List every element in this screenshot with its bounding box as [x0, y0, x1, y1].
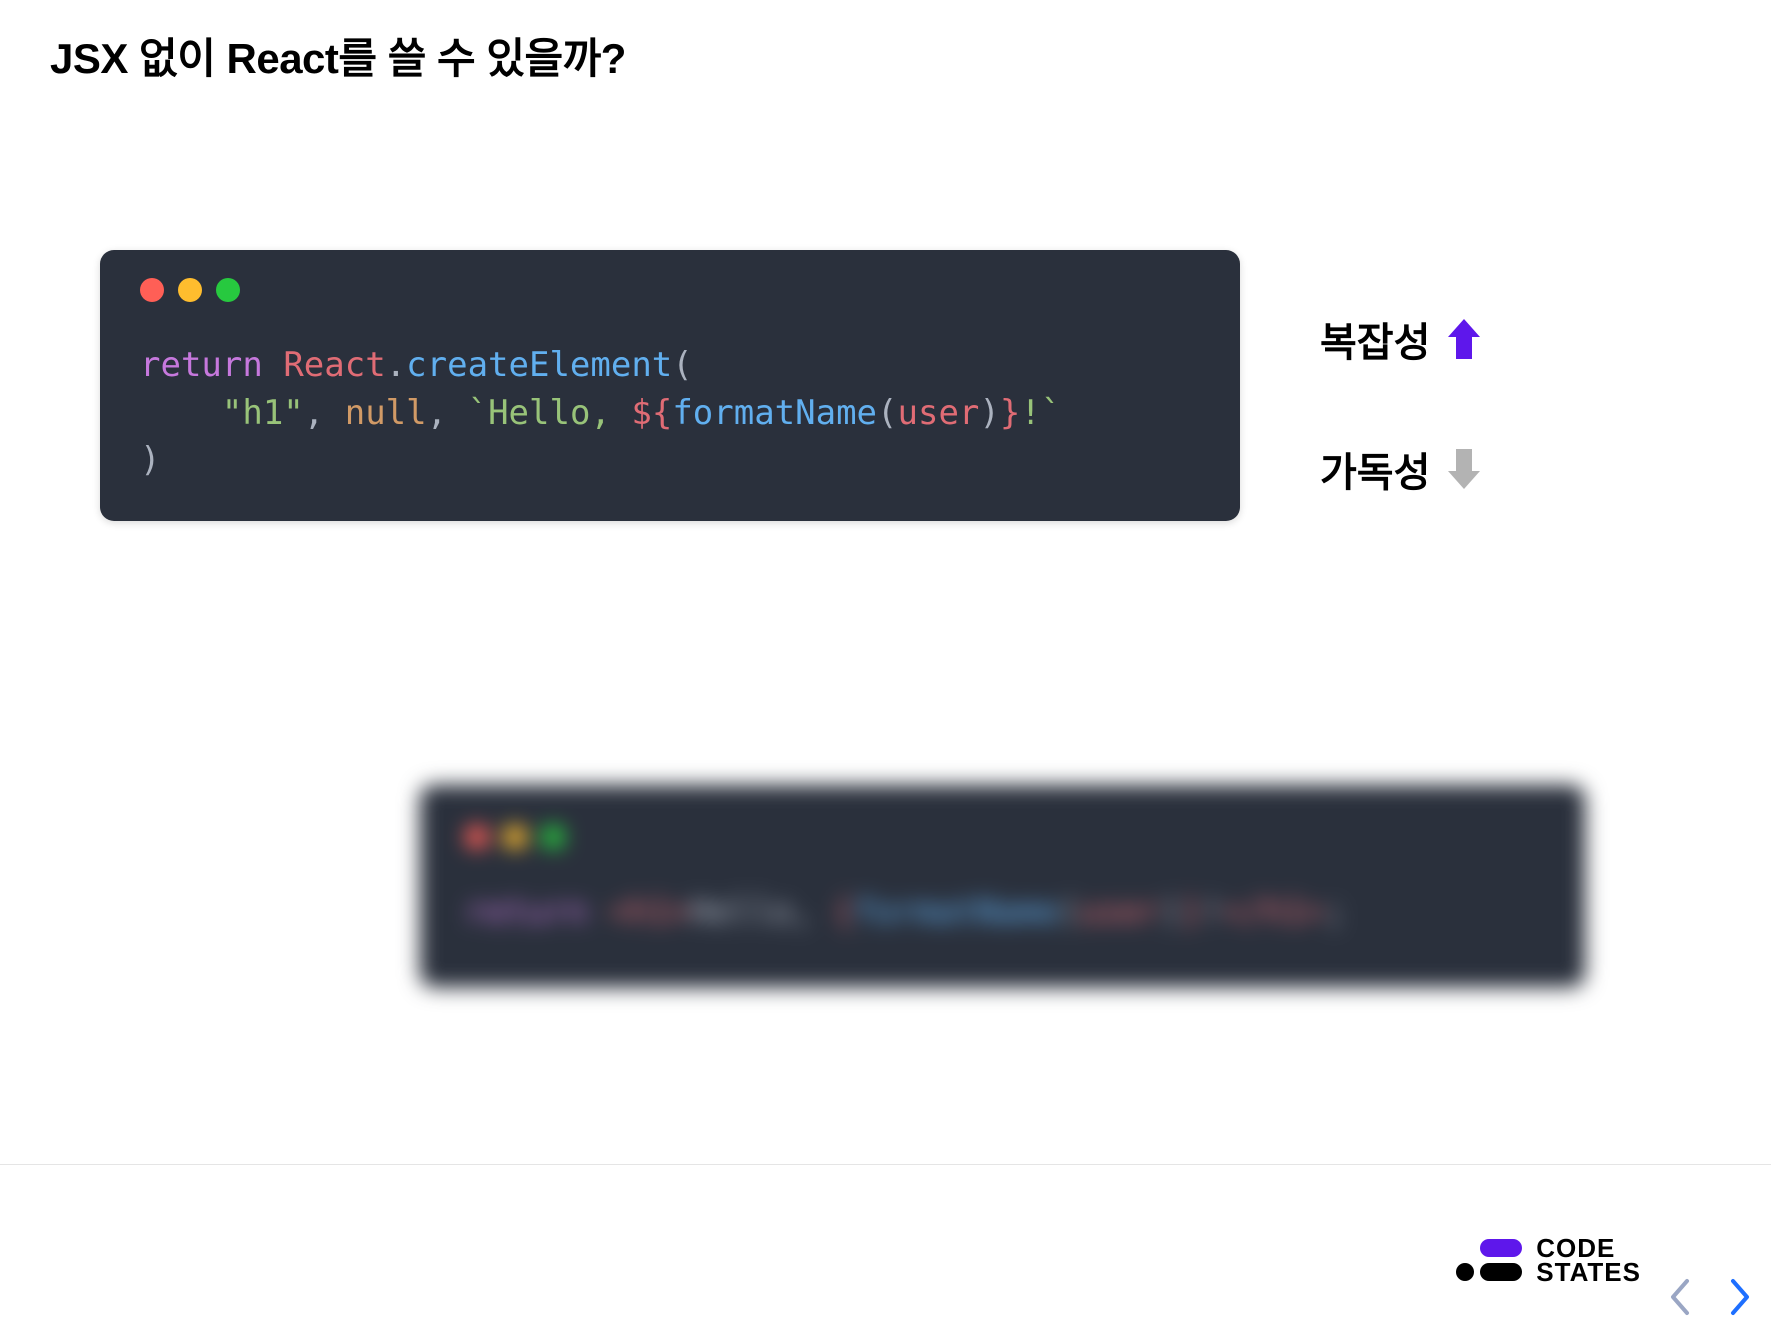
window-traffic-lights: [140, 278, 1200, 302]
close-icon: [140, 278, 164, 302]
annotation-label: 가독성: [1320, 440, 1430, 498]
token-paren: (: [877, 393, 897, 433]
token-method: createElement: [406, 345, 672, 385]
token-interp: ${: [631, 393, 672, 433]
maximize-icon: [541, 825, 565, 849]
token-paren: (: [1059, 892, 1079, 932]
codestates-logo: CODE STATES: [1456, 1236, 1641, 1285]
prev-slide-button[interactable]: [1661, 1277, 1701, 1317]
maximize-icon: [216, 278, 240, 302]
token-brace: {: [834, 892, 854, 932]
token-string: Hello,: [488, 393, 631, 433]
token-punct: .: [386, 345, 406, 385]
annotation-readability: 가독성: [1320, 440, 1482, 498]
logo-mark-icon: [1456, 1239, 1522, 1281]
token-class: React: [283, 345, 385, 385]
code-block-jsx-blurred: return <h1>Hello, {formatName(user)}!</h…: [420, 785, 1585, 987]
token-var: user: [1079, 892, 1161, 932]
annotation-complexity: 복잡성: [1320, 310, 1482, 368]
token-brace: }: [1182, 892, 1202, 932]
token-null: null: [345, 393, 427, 433]
minimize-icon: [503, 825, 527, 849]
annotation-label: 복잡성: [1320, 310, 1430, 368]
token-text: !: [1202, 892, 1222, 932]
token-keyword: return: [140, 345, 263, 385]
logo-text: CODE STATES: [1536, 1236, 1641, 1285]
minimize-icon: [178, 278, 202, 302]
token-var: user: [898, 393, 980, 433]
token-punct: ,: [427, 393, 468, 433]
code-block-createElement: return React.createElement( "h1", null, …: [100, 250, 1240, 521]
token-backtick: `: [468, 393, 488, 433]
token-string: !: [1020, 393, 1040, 433]
token-tag: </h1>: [1223, 892, 1325, 932]
token-keyword: return: [465, 892, 588, 932]
code-line: ): [140, 437, 1200, 485]
token-func: formatName: [672, 393, 877, 433]
next-slide-button[interactable]: [1719, 1277, 1759, 1317]
token-paren: ): [979, 393, 999, 433]
slide-title: JSX 없이 React를 쓸 수 있을까?: [50, 25, 626, 86]
token-punct: ,: [304, 393, 345, 433]
token-paren: (: [672, 345, 692, 385]
token-paren: ): [1161, 892, 1181, 932]
arrow-down-icon: [1446, 447, 1482, 491]
chevron-left-icon: [1667, 1277, 1695, 1317]
token-string: "h1": [222, 393, 304, 433]
code-line: return <h1>Hello, {formatName(user)}!</h…: [465, 889, 1540, 937]
close-icon: [465, 825, 489, 849]
code-line: "h1", null, `Hello, ${formatName(user)}!…: [140, 390, 1200, 438]
code-line: return React.createElement(: [140, 342, 1200, 390]
window-traffic-lights: [465, 825, 1540, 849]
token-paren: ): [140, 440, 160, 480]
chevron-right-icon: [1725, 1277, 1753, 1317]
token-tag: <h1>: [608, 892, 690, 932]
footer-divider: [0, 1164, 1771, 1165]
token-func: formatName: [854, 892, 1059, 932]
token-text: Hello,: [690, 892, 833, 932]
token-backtick: `: [1041, 393, 1061, 433]
token-semi: ;: [1325, 892, 1345, 932]
arrow-up-icon: [1446, 317, 1482, 361]
token-interp: }: [1000, 393, 1020, 433]
slide-nav: [1661, 1277, 1759, 1317]
